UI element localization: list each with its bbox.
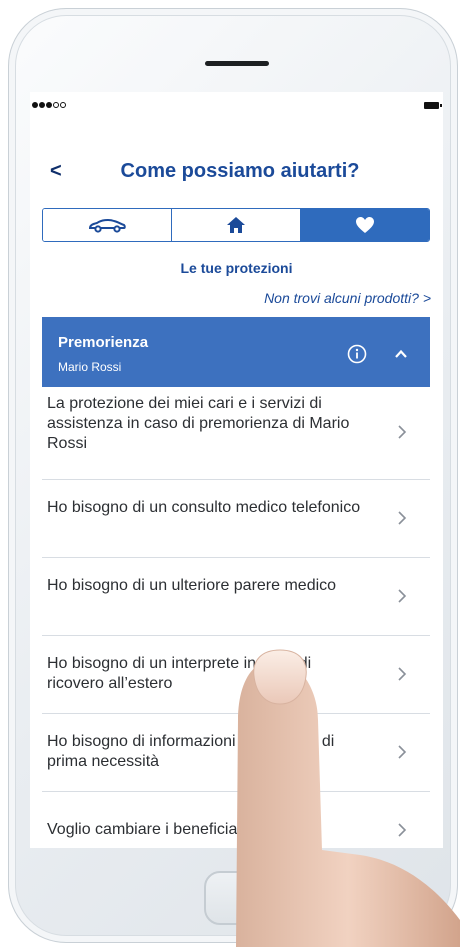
tab-life[interactable] bbox=[301, 209, 429, 241]
list-item-label: Voglio cambiare i beneficiari bbox=[47, 821, 247, 838]
list-item-label: Ho bisogno di un consulto medico telefon… bbox=[47, 499, 361, 516]
app-screen: < Come possiamo aiutarti? Le tue protezi… bbox=[30, 92, 443, 848]
chevron-right-icon bbox=[398, 823, 407, 837]
signal-strength-icon bbox=[32, 102, 66, 108]
accordion-title: Premorienza bbox=[58, 334, 149, 351]
section-title: Le tue protezioni bbox=[180, 260, 293, 276]
accordion-list: La protezione dei miei cari e i servizi … bbox=[42, 387, 430, 848]
list-item[interactable]: Voglio cambiare i beneficiari bbox=[42, 792, 430, 848]
info-icon[interactable] bbox=[347, 344, 367, 364]
page-title: Come possiamo aiutarti? bbox=[120, 160, 360, 182]
tab-home[interactable] bbox=[172, 209, 301, 241]
speaker-grille bbox=[205, 61, 269, 66]
missing-products-link[interactable]: Non trovi alcuni prodotti? > bbox=[264, 290, 431, 306]
home-button[interactable] bbox=[204, 871, 280, 925]
list-item-label: La protezione dei miei cari e i servizi … bbox=[47, 395, 350, 452]
chevron-right-icon bbox=[398, 589, 407, 603]
list-item[interactable]: Ho bisogno di un ulteriore parere medico bbox=[42, 558, 430, 636]
list-item-label: Ho bisogno di informazioni telefoniche d… bbox=[47, 733, 335, 770]
chevron-up-icon[interactable] bbox=[393, 346, 409, 362]
list-item[interactable]: Ho bisogno di informazioni telefoniche d… bbox=[42, 714, 430, 792]
list-item-label: Ho bisogno di un interprete in caso di r… bbox=[47, 655, 312, 692]
car-icon bbox=[88, 218, 126, 233]
chevron-right-icon bbox=[398, 425, 407, 439]
chevron-right-icon bbox=[398, 745, 407, 759]
back-button[interactable]: < bbox=[50, 157, 74, 185]
tab-car[interactable] bbox=[43, 209, 172, 241]
chevron-right-icon bbox=[398, 667, 407, 681]
home-icon bbox=[227, 217, 245, 233]
category-tabs bbox=[42, 208, 430, 242]
battery-icon bbox=[424, 102, 442, 109]
chevron-right-icon bbox=[398, 511, 407, 525]
list-item[interactable]: Ho bisogno di un interprete in caso di r… bbox=[42, 636, 430, 714]
accordion-header[interactable]: Premorienza Mario Rossi bbox=[42, 317, 430, 387]
list-item[interactable]: La protezione dei miei cari e i servizi … bbox=[42, 387, 430, 480]
list-item-label: Ho bisogno di un ulteriore parere medico bbox=[47, 577, 337, 594]
status-bar bbox=[30, 92, 443, 120]
accordion-subtitle: Mario Rossi bbox=[58, 360, 122, 374]
heart-icon bbox=[356, 217, 374, 233]
list-item[interactable]: Ho bisogno di un consulto medico telefon… bbox=[42, 480, 430, 558]
